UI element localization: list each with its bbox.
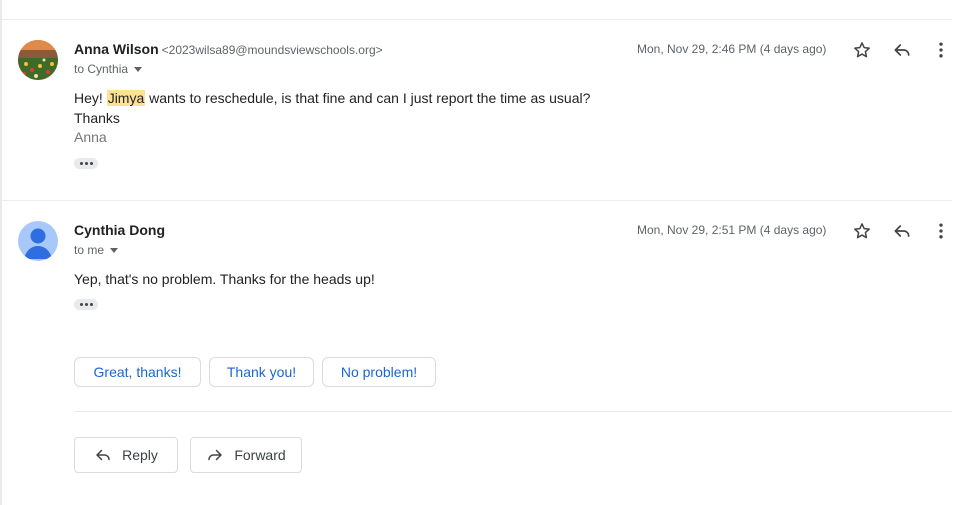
more-vert-icon <box>939 42 943 58</box>
recipient-label: to Cynthia <box>74 62 129 76</box>
star-button[interactable] <box>850 219 874 243</box>
sender-email: <2023wilsa89@moundsviewschools.org> <box>161 43 383 57</box>
sender-name: Anna Wilson <2023wilsa89@moundsviewschool… <box>74 41 383 57</box>
recipient-dropdown[interactable]: to Cynthia <box>74 62 143 76</box>
message-date: Mon, Nov 29, 2:46 PM (4 days ago) <box>637 42 827 56</box>
reply-action-button[interactable]: Reply <box>74 437 178 473</box>
forward-icon <box>208 449 223 461</box>
recipient-label: to me <box>74 243 105 257</box>
smart-reply-chip[interactable]: Thank you! <box>209 357 314 387</box>
sender-name: Cynthia Dong <box>74 222 165 238</box>
star-button[interactable] <box>850 38 874 62</box>
message-body-line: Yep, that's no problem. Thanks for the h… <box>74 271 375 287</box>
star-icon <box>854 42 870 58</box>
search-highlight: Jimya <box>106 90 146 106</box>
reply-button[interactable] <box>890 219 914 243</box>
reply-button[interactable] <box>890 38 914 62</box>
message-divider <box>2 200 952 201</box>
sender-name-text: Anna Wilson <box>74 41 159 57</box>
more-options-button[interactable] <box>929 219 953 243</box>
smart-reply-chip[interactable]: Great, thanks! <box>74 357 201 387</box>
divider <box>74 411 952 412</box>
flower-field-photo <box>18 40 58 80</box>
caret-down-icon <box>134 66 143 72</box>
forward-label: Forward <box>234 447 286 463</box>
caret-down-icon <box>110 247 119 253</box>
default-avatar-icon <box>18 221 58 261</box>
more-options-button[interactable] <box>929 38 953 62</box>
reply-icon <box>894 44 910 56</box>
star-icon <box>854 223 870 239</box>
show-trimmed-content-button[interactable] <box>74 158 98 169</box>
top-divider <box>2 19 952 20</box>
reply-label: Reply <box>122 447 158 463</box>
message-body-line: Hey! Jimya wants to reschedule, is that … <box>74 90 590 106</box>
body-text: Hey! <box>74 90 107 106</box>
reply-icon <box>96 449 110 461</box>
reply-icon <box>894 225 910 237</box>
sender-avatar[interactable] <box>18 40 58 80</box>
show-trimmed-content-button[interactable] <box>74 299 98 310</box>
smart-reply-chip[interactable]: No problem! <box>322 357 436 387</box>
message-body-line: Thanks <box>74 110 120 126</box>
more-vert-icon <box>939 223 943 239</box>
message-date: Mon, Nov 29, 2:51 PM (4 days ago) <box>637 223 827 237</box>
body-text: wants to reschedule, is that fine and ca… <box>145 90 591 106</box>
sender-avatar[interactable] <box>18 221 58 261</box>
forward-action-button[interactable]: Forward <box>190 437 302 473</box>
signature: Anna <box>74 129 107 145</box>
recipient-dropdown[interactable]: to me <box>74 243 119 257</box>
left-edge <box>0 0 2 505</box>
